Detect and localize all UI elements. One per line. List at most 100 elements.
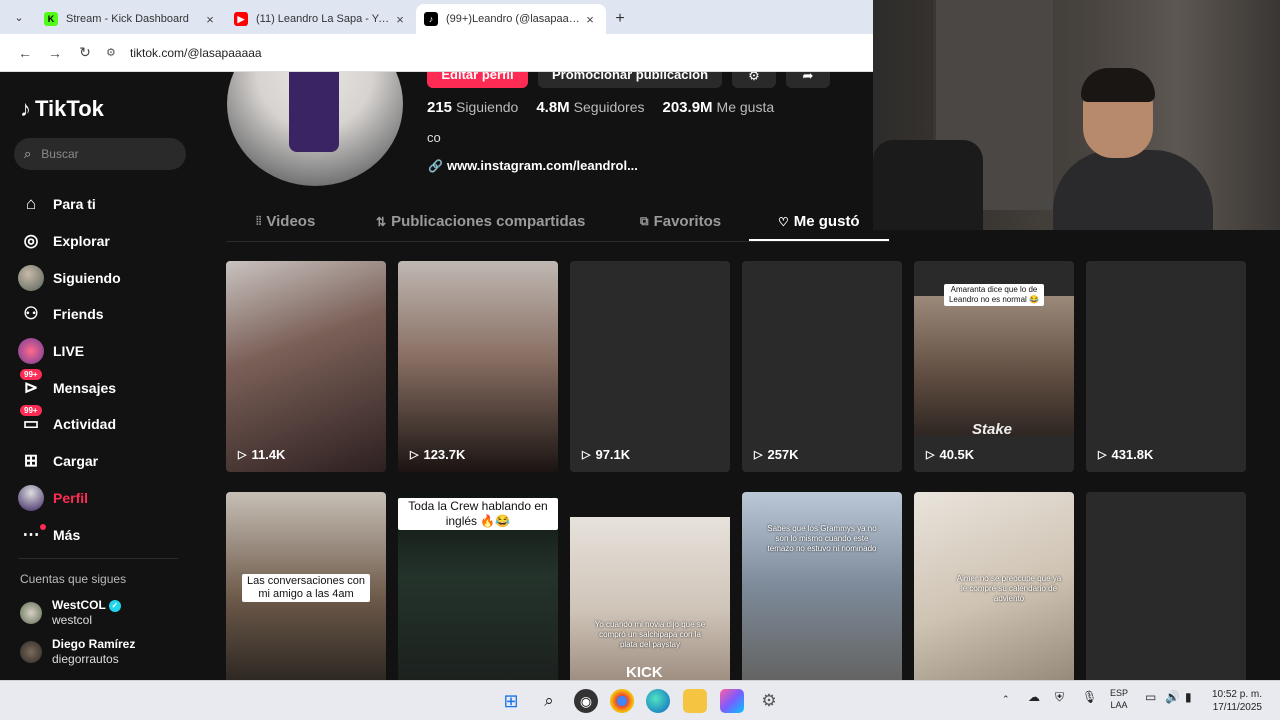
new-tab-button[interactable]: + [606, 4, 634, 34]
search-input[interactable]: ⌕ Buscar [14, 138, 186, 170]
sidebar-item-mas[interactable]: ⋯ Más [18, 516, 188, 553]
video-watermark: Stake [972, 421, 1013, 438]
video-caption: Toda la Crew hablando en inglés 🔥😂 [398, 498, 558, 530]
onedrive-icon[interactable]: ☁ [1028, 691, 1040, 703]
stat-followers[interactable]: 4.8M Seguidores [536, 99, 644, 116]
sidebar-item-para-ti[interactable]: ⌂ Para ti [18, 186, 188, 223]
video-card[interactable]: ▷ 11.4K [226, 261, 386, 472]
browser-tab-kick[interactable]: K Stream - Kick Dashboard × [36, 4, 226, 34]
file-explorer-icon[interactable] [683, 689, 707, 713]
activity-icon: ▭ 99+ [18, 405, 44, 437]
video-card[interactable]: Amaranta dice que lo de Leandro no es no… [914, 261, 1074, 472]
sidebar-item-friends[interactable]: ⚇ Friends [18, 296, 188, 333]
video-card[interactable]: ▷ 431.8K [1086, 261, 1246, 472]
tab-liked[interactable]: ♡ Me gustó [778, 213, 860, 230]
sidebar-item-explorar[interactable]: ◎ Explorar [18, 223, 188, 260]
sidebar-divider [18, 558, 178, 559]
copilot-icon[interactable] [720, 689, 744, 713]
profile-main: Editar perfil Promocionar publicación ⚙ … [200, 72, 1280, 680]
system-clock[interactable]: 10:52 p. m. 17/11/2025 [1212, 688, 1262, 714]
share-icon[interactable]: ➦ [786, 72, 830, 88]
sidebar-item-mensajes[interactable]: ⊳ 99+ Mensajes [18, 368, 188, 406]
network-icon[interactable]: ▭ [1145, 691, 1156, 703]
video-caption: Las conversaciones con mi amigo a las 4a… [242, 574, 370, 602]
search-placeholder: Buscar [41, 147, 79, 161]
sidebar-item-perfil[interactable]: Perfil [18, 480, 188, 517]
profile-avatar[interactable] [227, 72, 403, 186]
edit-profile-button[interactable]: Editar perfil [427, 72, 528, 88]
settings-icon[interactable]: ⚙ [757, 689, 781, 713]
sidebar-nav: ⌂ Para ti ◎ Explorar Siguiendo ⚇ Friends… [18, 186, 188, 553]
view-count: ▷ 97.1K [582, 447, 631, 462]
site-info-icon[interactable]: ⚙ [106, 46, 124, 59]
reload-icon[interactable]: ↻ [70, 44, 100, 61]
tab-favorites[interactable]: ⧉ Favoritos [640, 213, 721, 230]
volume-icon[interactable]: 🔊 [1165, 691, 1180, 703]
url-text: tiktok.com/@lasapaaaaa [130, 45, 262, 60]
profile-link[interactable]: 🔗 www.instagram.com/leandrol... [428, 158, 638, 173]
sidebar-item-siguiendo[interactable]: Siguiendo [18, 259, 188, 296]
close-tab-icon[interactable]: × [202, 12, 218, 27]
tab-videos[interactable]: ⦙⦙ Videos [256, 213, 315, 230]
edge-icon[interactable] [646, 689, 670, 713]
video-card[interactable]: ▷ 257K [742, 261, 902, 472]
view-count: ▷ 431.8K [1098, 447, 1154, 462]
settings-icon[interactable]: ⚙ [732, 72, 776, 88]
url-field[interactable]: ⚙ tiktok.com/@lasapaaaaa [106, 38, 863, 67]
video-card[interactable]: Aimer no se preocupe que ya le compré su… [914, 492, 1074, 680]
video-card[interactable]: ▷ 97.1K [570, 261, 730, 472]
search-icon[interactable]: ⌕ [537, 689, 561, 713]
sidebar-item-live[interactable]: LIVE [18, 333, 188, 370]
video-card[interactable]: Sabes que los Grammys ya no son lo mismo… [742, 492, 902, 680]
promote-post-button[interactable]: Promocionar publicación [538, 72, 722, 88]
video-card[interactable]: Las conversaciones con mi amigo a las 4a… [226, 492, 386, 680]
video-card[interactable]: ▷ 123.7K [398, 261, 558, 472]
windows-start-icon[interactable]: ⊞ [499, 689, 523, 713]
sidebar-item-actividad[interactable]: ▭ 99+ Actividad [18, 405, 188, 443]
tab-shared-posts[interactable]: ⇅ Publicaciones compartidas [376, 213, 585, 230]
show-hidden-icons-icon[interactable]: ⌃ [1002, 693, 1010, 705]
grid-icon: ⦙⦙ [256, 214, 262, 228]
profile-avatar-icon [18, 484, 44, 511]
following-account-westcol[interactable]: WestCOL ✓ westcol [20, 598, 121, 628]
close-tab-icon[interactable]: × [582, 12, 598, 27]
avatar [20, 602, 42, 624]
more-icon: ⋯ [18, 522, 46, 548]
heart-icon: ♡ [778, 214, 789, 229]
back-icon[interactable]: ← [10, 45, 40, 61]
link-icon: 🔗 [428, 158, 443, 173]
video-caption: Amaranta dice que lo de Leandro no es no… [944, 284, 1044, 306]
activity-badge: 99+ [20, 405, 42, 417]
play-icon: ▷ [926, 449, 935, 461]
chrome-icon[interactable] [610, 689, 634, 713]
play-icon: ▷ [1098, 449, 1107, 461]
stat-following[interactable]: 215 Siguiendo [427, 99, 518, 116]
play-icon: ▷ [582, 449, 591, 461]
browser-tab-tiktok[interactable]: ♪ (99+)Leandro (@lasapaaaaa) | T × [416, 4, 606, 34]
obs-icon[interactable]: ◉ [574, 689, 598, 713]
language-indicator[interactable]: ESP LAA [1110, 687, 1128, 711]
kick-icon: K [44, 12, 58, 26]
view-count: ▷ 257K [754, 447, 799, 462]
view-count: ▷ 123.7K [410, 447, 466, 462]
sidebar-item-cargar[interactable]: ⊞ Cargar [18, 443, 188, 480]
battery-icon[interactable]: ▮ [1185, 691, 1192, 703]
tiktok-note-icon: ♪ [20, 96, 31, 121]
play-icon: ▷ [410, 449, 419, 461]
video-caption: Sabes que los Grammys ya no son lo mismo… [767, 524, 877, 553]
forward-icon[interactable]: → [40, 45, 70, 61]
tab-search-dropdown-icon[interactable]: ⌄ [8, 6, 30, 28]
play-icon: ▷ [754, 449, 763, 461]
browser-tab-youtube[interactable]: ▶ (11) Leandro La Sapa - YouTube × [226, 4, 416, 34]
tiktok-logo[interactable]: ♪ TikTok [20, 96, 104, 122]
live-icon [18, 338, 44, 365]
video-card[interactable]: Yo cuando mi novia dijo que se compró un… [570, 492, 730, 680]
security-icon[interactable]: ⛨ [1055, 691, 1064, 703]
profile-bio: co [427, 130, 441, 145]
video-card[interactable]: Toda la Crew hablando en inglés 🔥😂 [398, 492, 558, 680]
messages-badge: 99+ [20, 368, 42, 380]
following-account-diego[interactable]: Diego Ramírez diegorrautos [20, 637, 135, 667]
close-tab-icon[interactable]: × [392, 12, 408, 27]
video-card[interactable] [1086, 492, 1246, 680]
microphone-icon[interactable]: 🎙 [1082, 691, 1097, 703]
